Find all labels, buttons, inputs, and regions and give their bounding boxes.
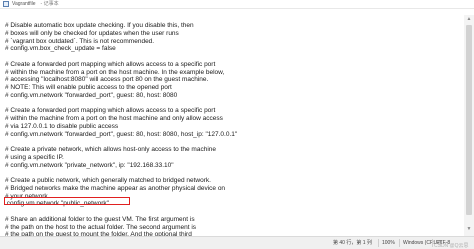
code-line: # config.vm.network "forwarded_port", gu… — [5, 91, 178, 99]
code-lines: # Disable automatic box update checking.… — [5, 22, 460, 236]
vertical-scrollbar[interactable]: ▲ ▼ — [464, 15, 474, 236]
code-line: # using a specific IP. — [5, 153, 64, 161]
text-editor[interactable]: # Disable automatic box update checking.… — [0, 15, 464, 236]
code-line: config.vm.network "public_network" — [5, 200, 109, 208]
code-line: # config.vm.box_check_update = false — [5, 45, 116, 53]
code-line: # NOTE: This will enable public access t… — [5, 84, 172, 91]
code-line: # boxes will only be checked for updates… — [5, 29, 179, 37]
zoom-level: 100% — [382, 240, 395, 246]
window-title-app: - 记事本 — [40, 1, 59, 7]
code-line: # the path on the host to the actual fol… — [5, 223, 197, 231]
code-line: # Create a forwarded port mapping which … — [5, 107, 216, 115]
watermark: CSDN @Q云思 — [434, 243, 469, 249]
code-line: # Disable automatic box update checking.… — [5, 22, 194, 29]
code-line: # within the machine from a port on the … — [5, 68, 225, 76]
scroll-down-icon[interactable]: ▼ — [464, 225, 474, 233]
code-line: # via 127.0.0.1 to disable public access — [5, 122, 119, 130]
code-line: # `vagrant box outdated`. This is not re… — [5, 37, 155, 45]
window-title: Vagrantfile — [12, 1, 36, 7]
notepad-icon — [3, 1, 9, 7]
code-line: # Share an additional folder to the gues… — [5, 215, 195, 223]
code-line: # Create a private network, which allows… — [5, 146, 216, 153]
line-ending: Windows (CRLF) — [403, 240, 442, 246]
title-bar: Vagrantfile - 记事本 — [0, 0, 474, 9]
scrollbar-thumb[interactable] — [466, 25, 472, 215]
code-line: # Create a forwarded port mapping which … — [5, 60, 216, 68]
status-bar: 第 40 行，第 1 列 100% Windows (CRLF) UTF-8 — [0, 236, 474, 249]
code-line: # within the machine from a port on the … — [5, 115, 223, 122]
code-line: # Create a public network, which general… — [5, 177, 211, 184]
code-line: # config.vm.network "forwarded_port", gu… — [5, 130, 238, 138]
code-line: # Bridged networks make the machine appe… — [5, 184, 226, 192]
scroll-up-icon[interactable]: ▲ — [464, 15, 474, 23]
cursor-position: 第 40 行，第 1 列 — [333, 240, 372, 246]
code-line: # your network. — [5, 192, 50, 200]
code-line: # config.vm.network "private_network", i… — [5, 161, 174, 169]
code-line: # accessing "localhost:8080" will access… — [5, 76, 209, 84]
